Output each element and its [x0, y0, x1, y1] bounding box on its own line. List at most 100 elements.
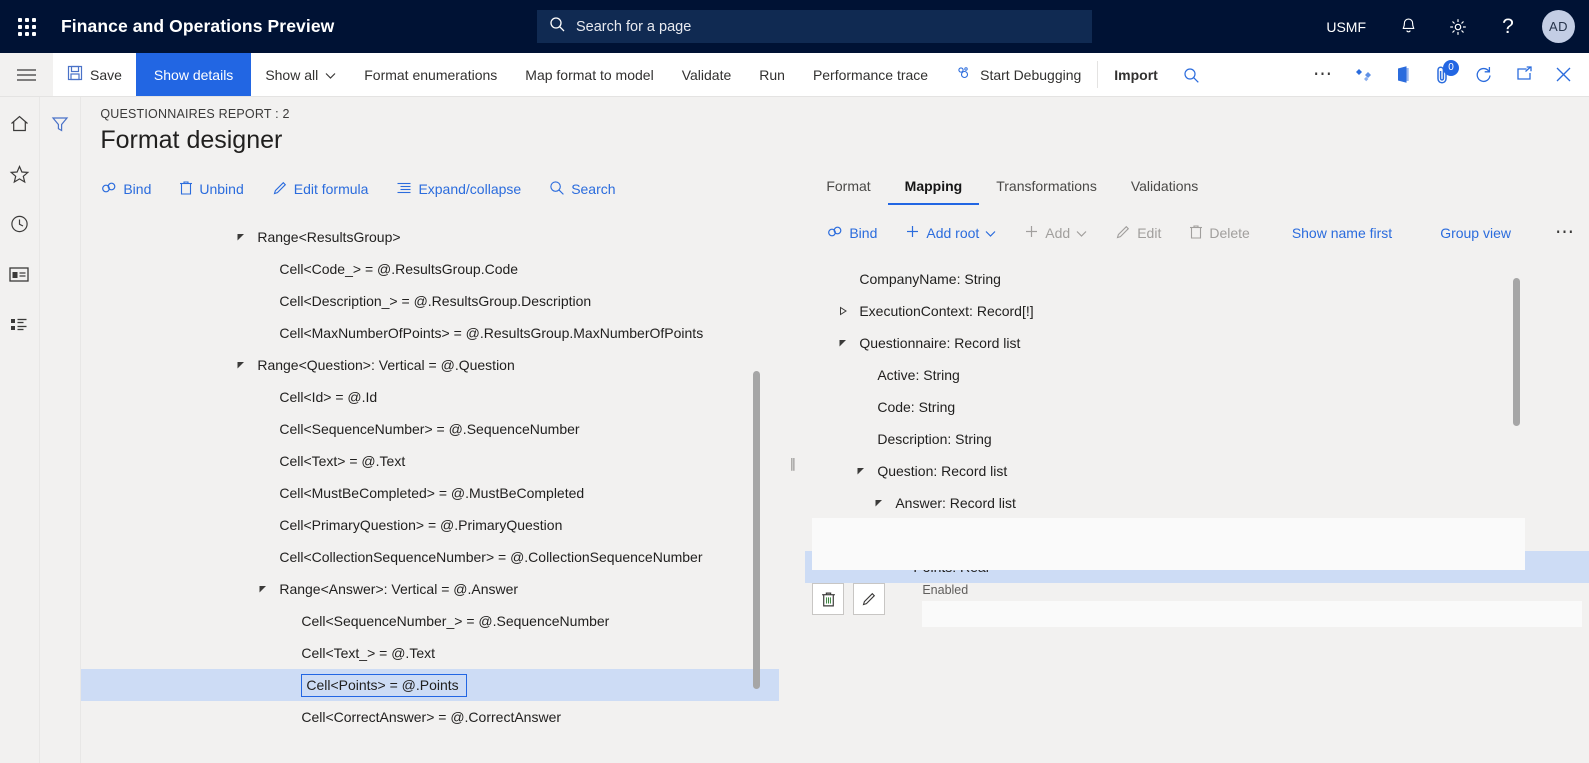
modules-list-icon[interactable]	[1, 307, 37, 341]
map-format-to-model-button[interactable]: Map format to model	[511, 53, 667, 96]
mapping-overflow-button[interactable]: ⋯	[1525, 223, 1589, 243]
workspaces-icon[interactable]	[1, 257, 37, 291]
search-icon[interactable]	[1172, 53, 1212, 97]
show-all-button[interactable]: Show all	[251, 53, 350, 96]
gear-icon[interactable]	[1436, 0, 1480, 53]
tree-node[interactable]: Cell<MaxNumberOfPoints> = @.ResultsGroup…	[81, 317, 779, 349]
tree-node[interactable]: Questionnaire: Record list	[805, 327, 1589, 359]
import-button[interactable]: Import	[1100, 53, 1172, 96]
format-tree-scrollbar[interactable]	[753, 371, 761, 689]
office-app-icon[interactable]	[1383, 53, 1423, 97]
enabled-input[interactable]	[922, 601, 1583, 627]
show-details-button[interactable]: Show details	[135, 53, 252, 96]
tree-node[interactable]: Cell<PrimaryQuestion> = @.PrimaryQuestio…	[81, 509, 779, 541]
mapping-bind-button[interactable]: Bind	[827, 225, 891, 242]
format-enumerations-button[interactable]: Format enumerations	[350, 53, 511, 96]
open-in-new-window-icon[interactable]	[1503, 53, 1543, 97]
favorites-star-icon[interactable]	[1, 157, 37, 191]
tree-node[interactable]: Range<Answer>: Vertical = @.Answer	[81, 573, 779, 605]
tree-node[interactable]: Cell<SequenceNumber> = @.SequenceNumber	[81, 413, 779, 445]
tree-node[interactable]: Cell<SequenceNumber_> = @.SequenceNumber	[81, 605, 779, 637]
tree-node[interactable]: Cell<CollectionSequenceNumber> = @.Colle…	[81, 541, 779, 573]
tree-node-label: Cell<CollectionSequenceNumber> = @.Colle…	[279, 549, 703, 565]
collapse-triangle-icon[interactable]	[255, 584, 271, 594]
unbind-label: Unbind	[199, 181, 244, 197]
share-icon[interactable]	[1343, 53, 1383, 97]
collapse-triangle-icon[interactable]	[835, 338, 851, 348]
collapse-triangle-icon[interactable]	[853, 466, 869, 476]
unbind-trash-icon	[179, 180, 193, 199]
edit-formula-button[interactable]: Edit formula	[258, 180, 383, 199]
refresh-icon[interactable]	[1463, 53, 1503, 97]
recent-clock-icon[interactable]	[1, 207, 37, 241]
start-debugging-button[interactable]: Start Debugging	[942, 53, 1095, 96]
show-name-first-button[interactable]: Show name first	[1264, 225, 1406, 241]
tree-node[interactable]: Range<ResultsGroup>	[81, 221, 779, 253]
tree-node[interactable]: Question: Record list	[805, 455, 1589, 487]
tree-node[interactable]: Cell<MustBeCompleted> = @.MustBeComplete…	[81, 477, 779, 509]
tab-format[interactable]: Format	[809, 174, 887, 205]
hamburger-icon[interactable]	[0, 53, 53, 96]
tree-node[interactable]: Cell<Points> = @.Points	[81, 669, 780, 701]
tree-node[interactable]: Cell<Description_> = @.ResultsGroup.Desc…	[81, 285, 779, 317]
collapse-triangle-icon[interactable]	[233, 232, 249, 242]
expand-triangle-icon[interactable]	[835, 306, 851, 316]
mapping-delete-label: Delete	[1209, 225, 1250, 241]
company-selector[interactable]: USMF	[1312, 19, 1380, 35]
mapping-edit-button[interactable]: Edit	[1101, 224, 1175, 243]
tree-node-label: Range<Answer>: Vertical = @.Answer	[279, 581, 519, 597]
unbind-button[interactable]: Unbind	[165, 180, 257, 199]
bind-button[interactable]: Bind	[101, 181, 165, 198]
collapse-triangle-icon[interactable]	[233, 360, 249, 370]
mapping-details-footer: Enabled	[812, 583, 1583, 627]
tree-node-label: Cell<MustBeCompleted> = @.MustBeComplete…	[279, 485, 585, 501]
global-search-box[interactable]: Search for a page	[537, 10, 1092, 43]
expand-collapse-button[interactable]: Expand/collapse	[382, 181, 535, 198]
tree-node[interactable]: Cell<Id> = @.Id	[81, 381, 779, 413]
mapping-tree-scrollbar[interactable]	[1513, 278, 1521, 426]
question-mark-icon[interactable]: ?	[1486, 0, 1530, 53]
tree-node[interactable]: Cell<Text_> = @.Text	[81, 637, 779, 669]
delete-trash-icon	[1189, 224, 1203, 243]
tab-transformations[interactable]: Transformations	[979, 174, 1114, 205]
search-button[interactable]: Search	[535, 180, 629, 199]
tree-node[interactable]: Range<Question>: Vertical = @.Question	[81, 349, 779, 381]
chevron-down-icon	[985, 225, 996, 241]
attachments-icon[interactable]: 0	[1423, 53, 1463, 97]
tree-node[interactable]: Active: String	[805, 359, 1589, 391]
add-button[interactable]: Add	[1010, 224, 1101, 242]
tree-node-label: Description: String	[877, 431, 992, 447]
format-tree[interactable]: Range<ResultsGroup> Cell<Code_> = @.Resul…	[81, 221, 780, 733]
tab-mapping[interactable]: Mapping	[887, 174, 980, 205]
edit-pencil-icon	[272, 180, 288, 199]
details-edit-button[interactable]	[853, 583, 886, 615]
close-icon[interactable]	[1543, 53, 1583, 97]
tree-node[interactable]: Code: String	[805, 391, 1589, 423]
details-delete-button[interactable]	[812, 583, 845, 615]
save-button[interactable]: Save	[53, 53, 136, 96]
app-launcher-icon[interactable]	[0, 0, 53, 53]
overflow-ellipsis-icon[interactable]: ⋯	[1303, 53, 1343, 97]
tab-validations[interactable]: Validations	[1114, 174, 1215, 205]
avatar[interactable]: AD	[1542, 10, 1575, 43]
group-view-button[interactable]: Group view	[1406, 225, 1525, 241]
tree-node[interactable]: Answer: Record list	[805, 487, 1589, 519]
tree-node[interactable]: ExecutionContext: Record[!]	[805, 295, 1589, 327]
tree-node[interactable]: Cell<CorrectAnswer> = @.CorrectAnswer	[81, 701, 779, 733]
tree-node[interactable]: Description: String	[805, 423, 1589, 455]
tree-node[interactable]: CompanyName: String	[805, 263, 1589, 295]
home-icon[interactable]	[1, 107, 37, 141]
add-root-button[interactable]: Add root	[891, 224, 1010, 242]
bell-icon[interactable]	[1386, 0, 1430, 53]
validate-button[interactable]: Validate	[668, 53, 746, 96]
mapping-edit-label: Edit	[1137, 225, 1162, 241]
mapping-delete-button[interactable]: Delete	[1175, 224, 1263, 243]
performance-trace-button[interactable]: Performance trace	[799, 53, 942, 96]
designer-tabs: Format Mapping Transformations Validatio…	[805, 173, 1589, 205]
filter-funnel-icon[interactable]	[42, 107, 78, 141]
tree-node[interactable]: Cell<Code_> = @.ResultsGroup.Code	[81, 253, 779, 285]
collapse-triangle-icon[interactable]	[871, 498, 887, 508]
tree-node[interactable]: Cell<Text> = @.Text	[81, 445, 779, 477]
run-button[interactable]: Run	[745, 53, 799, 96]
pane-splitter[interactable]: ∥	[779, 173, 805, 755]
